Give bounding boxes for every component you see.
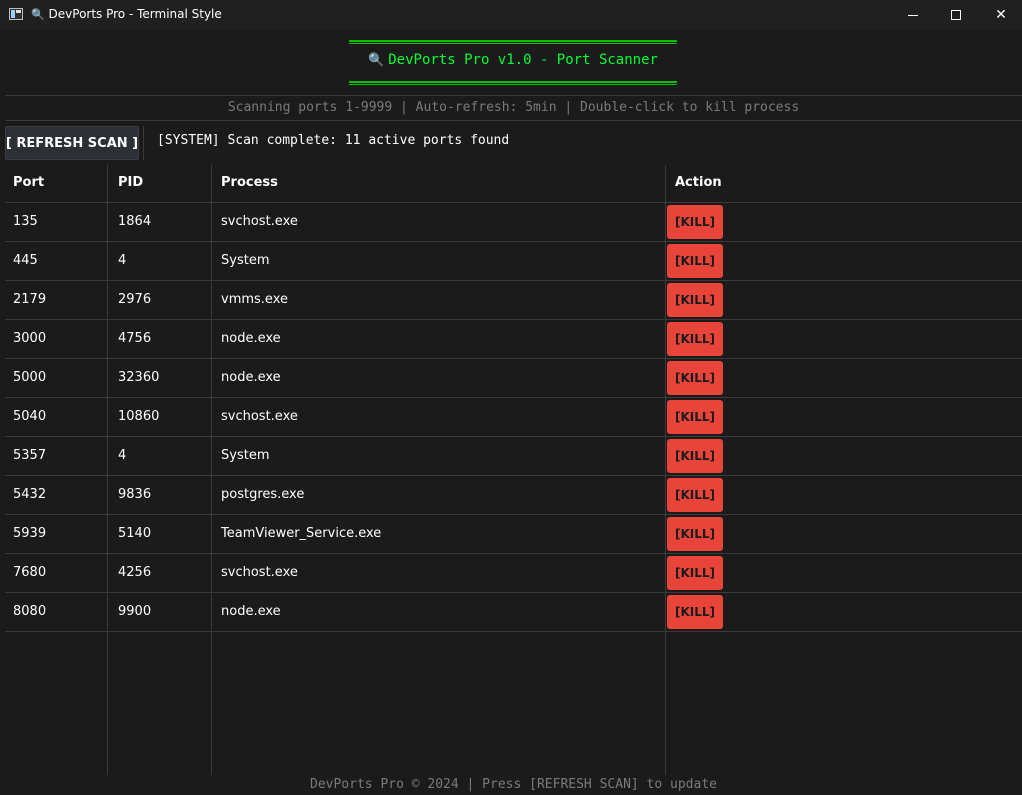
process-cell: System	[221, 253, 270, 268]
process-cell: svchost.exe	[221, 565, 298, 580]
process-cell: node.exe	[221, 370, 281, 385]
port-cell: 135	[13, 214, 38, 229]
port-cell: 5000	[13, 370, 47, 385]
minimize-icon	[908, 14, 918, 16]
table-row[interactable]: 2179 2976 vmms.exe [KILL]	[5, 281, 1022, 320]
magnifier-icon: 🔍	[31, 8, 45, 21]
window-titlebar[interactable]: 🔍 DevPorts Pro - Terminal Style ✕	[0, 0, 1022, 30]
table-row[interactable]: 7680 4256 svchost.exe [KILL]	[5, 554, 1022, 593]
table-row[interactable]: 5432 9836 postgres.exe [KILL]	[5, 476, 1022, 515]
table-header-row: Port PID Process Action	[5, 165, 1022, 203]
ports-table[interactable]: Port PID Process Action 135 1864 svchost.e…	[5, 165, 1022, 775]
table-row[interactable]: 445 4 System [KILL]	[5, 242, 1022, 281]
pid-cell: 5140	[118, 526, 152, 541]
port-cell: 8080	[13, 604, 47, 619]
close-icon: ✕	[995, 7, 1007, 23]
app-header-title: 🔍 DevPorts Pro v1.0 - Port Scanner	[349, 52, 677, 68]
kill-button[interactable]: [KILL]	[667, 556, 723, 590]
refresh-scan-button[interactable]: [ REFRESH SCAN ]	[5, 126, 139, 160]
search-icon: 🔍	[368, 53, 385, 68]
column-divider	[665, 165, 666, 775]
kill-button[interactable]: [KILL]	[667, 478, 723, 512]
process-cell: svchost.exe	[221, 214, 298, 229]
table-row[interactable]: 135 1864 svchost.exe [KILL]	[5, 203, 1022, 242]
column-header-process[interactable]: Process	[221, 175, 278, 190]
port-cell: 2179	[13, 292, 47, 307]
process-cell: svchost.exe	[221, 409, 298, 424]
pid-cell: 9836	[118, 487, 152, 502]
column-divider	[107, 165, 108, 775]
kill-button[interactable]: [KILL]	[667, 595, 723, 629]
header-title-text: DevPorts Pro v1.0 - Port Scanner	[388, 52, 658, 68]
maximize-button[interactable]	[933, 0, 979, 30]
pid-cell: 4756	[118, 331, 152, 346]
pid-cell: 4256	[118, 565, 152, 580]
port-cell: 5357	[13, 448, 47, 463]
kill-button[interactable]: [KILL]	[667, 244, 723, 278]
pid-cell: 2976	[118, 292, 152, 307]
kill-button[interactable]: [KILL]	[667, 205, 723, 239]
banner-bottom-line	[349, 81, 677, 85]
kill-button[interactable]: [KILL]	[667, 517, 723, 551]
banner-top-line	[349, 40, 677, 44]
kill-button[interactable]: [KILL]	[667, 322, 723, 356]
port-cell: 5040	[13, 409, 47, 424]
table-row[interactable]: 5939 5140 TeamViewer_Service.exe [KILL]	[5, 515, 1022, 554]
pid-cell: 1864	[118, 214, 152, 229]
kill-button[interactable]: [KILL]	[667, 439, 723, 473]
process-cell: node.exe	[221, 604, 281, 619]
divider	[5, 120, 1022, 121]
kill-button[interactable]: [KILL]	[667, 361, 723, 395]
pid-cell: 9900	[118, 604, 152, 619]
column-header-action[interactable]: Action	[675, 175, 722, 190]
column-divider	[211, 165, 212, 775]
process-cell: postgres.exe	[221, 487, 305, 502]
process-cell: TeamViewer_Service.exe	[221, 526, 382, 541]
close-button[interactable]: ✕	[978, 0, 1022, 30]
port-cell: 445	[13, 253, 38, 268]
table-row[interactable]: 5040 10860 svchost.exe [KILL]	[5, 398, 1022, 437]
minimize-button[interactable]	[890, 0, 936, 30]
window-title: 🔍 DevPorts Pro - Terminal Style	[31, 7, 222, 21]
process-cell: node.exe	[221, 331, 281, 346]
app-window-icon	[9, 8, 23, 20]
pid-cell: 32360	[118, 370, 160, 385]
status-message: [SYSTEM] Scan complete: 11 active ports …	[157, 133, 510, 148]
process-cell: vmms.exe	[221, 292, 288, 307]
column-header-pid[interactable]: PID	[118, 175, 143, 190]
table-row[interactable]: 8080 9900 node.exe [KILL]	[5, 593, 1022, 632]
column-header-port[interactable]: Port	[13, 175, 44, 190]
kill-button[interactable]: [KILL]	[667, 400, 723, 434]
table-row[interactable]: 5357 4 System [KILL]	[5, 437, 1022, 476]
table-row[interactable]: 5000 32360 node.exe [KILL]	[5, 359, 1022, 398]
divider	[143, 126, 144, 160]
port-cell: 3000	[13, 331, 47, 346]
pid-cell: 4	[118, 253, 127, 268]
pid-cell: 4	[118, 448, 127, 463]
pid-cell: 10860	[118, 409, 160, 424]
maximize-icon	[951, 10, 961, 20]
divider	[5, 95, 1022, 96]
port-cell: 7680	[13, 565, 47, 580]
scan-info-subtitle: Scanning ports 1-9999 | Auto-refresh: 5m…	[227, 100, 800, 115]
kill-button[interactable]: [KILL]	[667, 283, 723, 317]
port-cell: 5432	[13, 487, 47, 502]
footer-text: DevPorts Pro © 2024 | Press [REFRESH SCA…	[310, 777, 717, 792]
process-cell: System	[221, 448, 270, 463]
table-row[interactable]: 3000 4756 node.exe [KILL]	[5, 320, 1022, 359]
port-cell: 5939	[13, 526, 47, 541]
